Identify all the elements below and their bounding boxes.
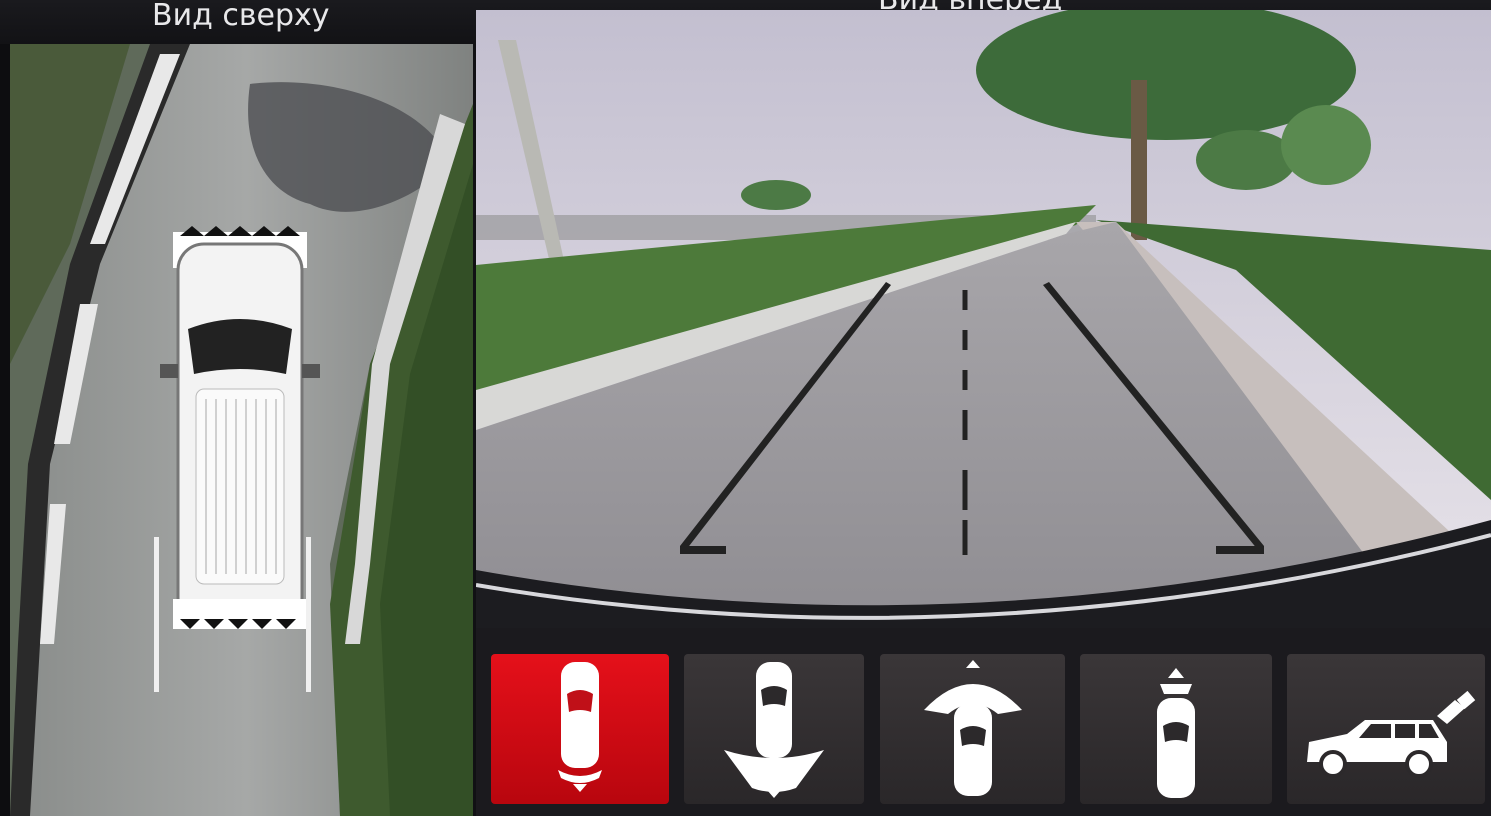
wide-front-view-button[interactable]: [880, 654, 1065, 804]
wide-rear-view-icon: [724, 662, 824, 798]
top-view-title: Вид сверху: [152, 0, 330, 33]
side-camera-view-button[interactable]: [1287, 654, 1485, 804]
screen-edge: [0, 44, 10, 816]
top-view-panel[interactable]: [10, 44, 473, 816]
view-mode-bar: [476, 628, 1491, 816]
top-rear-view-icon: [558, 662, 602, 792]
camera-view-panel[interactable]: [476, 10, 1491, 628]
front-view-icon: [1157, 668, 1195, 798]
side-camera-view-icon: [1307, 690, 1476, 778]
car-top-icon: [160, 226, 320, 629]
camera-view-image: [476, 10, 1491, 628]
top-view-image: [10, 44, 473, 816]
wide-rear-view-button[interactable]: [684, 654, 864, 804]
front-view-button[interactable]: [1080, 654, 1272, 804]
top-rear-view-button[interactable]: [491, 654, 669, 804]
wide-front-view-icon: [924, 660, 1022, 796]
